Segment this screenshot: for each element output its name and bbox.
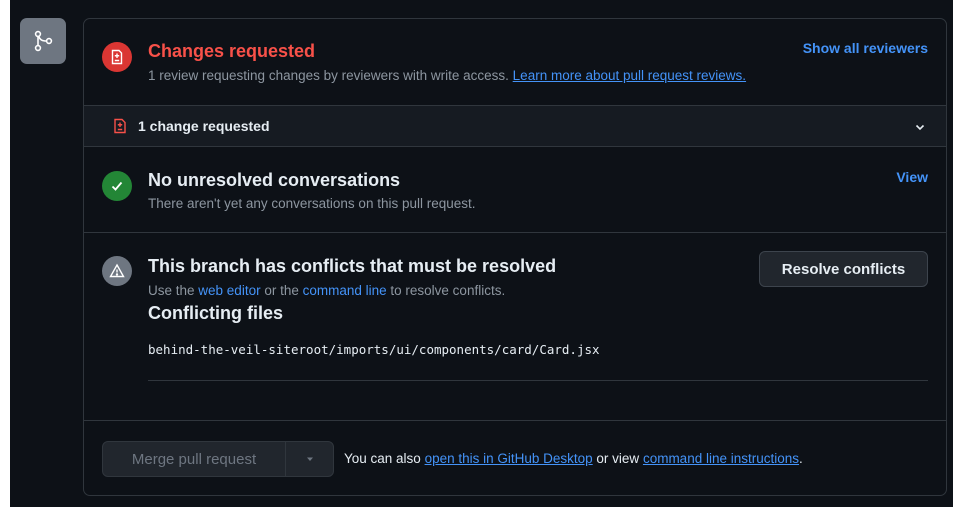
merge-pull-request-button[interactable]: Merge pull request xyxy=(103,442,286,476)
alert-icon xyxy=(102,256,132,286)
view-conversations-link[interactable]: View xyxy=(896,169,928,185)
conflicts-title: This branch has conflicts that must be r… xyxy=(148,256,557,276)
conflicting-file: behind-the-veil-siteroot/imports/ui/comp… xyxy=(148,342,600,357)
merge-button-group: Merge pull request xyxy=(102,441,334,477)
command-line-instructions-link[interactable]: command line instructions xyxy=(643,451,799,466)
reviews-description: 1 review requesting changes by reviewers… xyxy=(148,67,746,85)
conversations-description: There aren't yet any conversations on th… xyxy=(148,196,476,211)
reviews-section: Changes requested 1 review requesting ch… xyxy=(84,19,946,105)
conflicts-desc-text: or the xyxy=(260,283,303,298)
merge-alt-text: You can also xyxy=(344,451,425,466)
reviews-title: Changes requested xyxy=(148,41,316,61)
git-merge-icon xyxy=(20,18,66,64)
merge-box: Changes requested 1 review requesting ch… xyxy=(83,18,947,496)
conflicts-desc-text: to resolve conflicts. xyxy=(386,283,506,298)
change-requested-row[interactable]: 1 change requested xyxy=(84,105,946,147)
triangle-down-icon xyxy=(306,457,313,461)
merge-options-dropdown[interactable] xyxy=(286,442,333,476)
web-editor-link[interactable]: web editor xyxy=(198,283,260,298)
reviews-desc-text: 1 review requesting changes by reviewers… xyxy=(148,68,513,83)
file-diff-icon xyxy=(102,42,132,72)
conflicts-description: Use the web editor or the command line t… xyxy=(148,282,505,300)
conflicting-files-heading: Conflicting files xyxy=(148,303,283,323)
conversations-title: No unresolved conversations xyxy=(148,170,401,190)
file-diff-icon xyxy=(112,118,128,139)
github-desktop-link[interactable]: open this in GitHub Desktop xyxy=(425,451,593,466)
change-requested-label: 1 change requested xyxy=(138,118,270,134)
conversations-section: No unresolved conversations There aren't… xyxy=(84,147,946,233)
divider xyxy=(148,380,928,381)
learn-more-link[interactable]: Learn more about pull request reviews. xyxy=(513,68,746,83)
conflicts-section: This branch has conflicts that must be r… xyxy=(84,233,946,421)
pr-merge-area: Changes requested 1 review requesting ch… xyxy=(10,0,953,507)
conflicts-desc-text: Use the xyxy=(148,283,199,298)
merge-section: Merge pull request You can also open thi… xyxy=(84,421,946,495)
merge-alternatives-text: You can also open this in GitHub Desktop… xyxy=(344,451,803,466)
check-icon xyxy=(102,171,132,201)
chevron-down-icon[interactable] xyxy=(914,120,926,138)
merge-alt-text: or view xyxy=(592,451,643,466)
resolve-conflicts-button[interactable]: Resolve conflicts xyxy=(759,251,928,287)
show-all-reviewers-link[interactable]: Show all reviewers xyxy=(803,40,928,56)
merge-alt-text: . xyxy=(799,451,803,466)
command-line-link[interactable]: command line xyxy=(303,283,387,298)
